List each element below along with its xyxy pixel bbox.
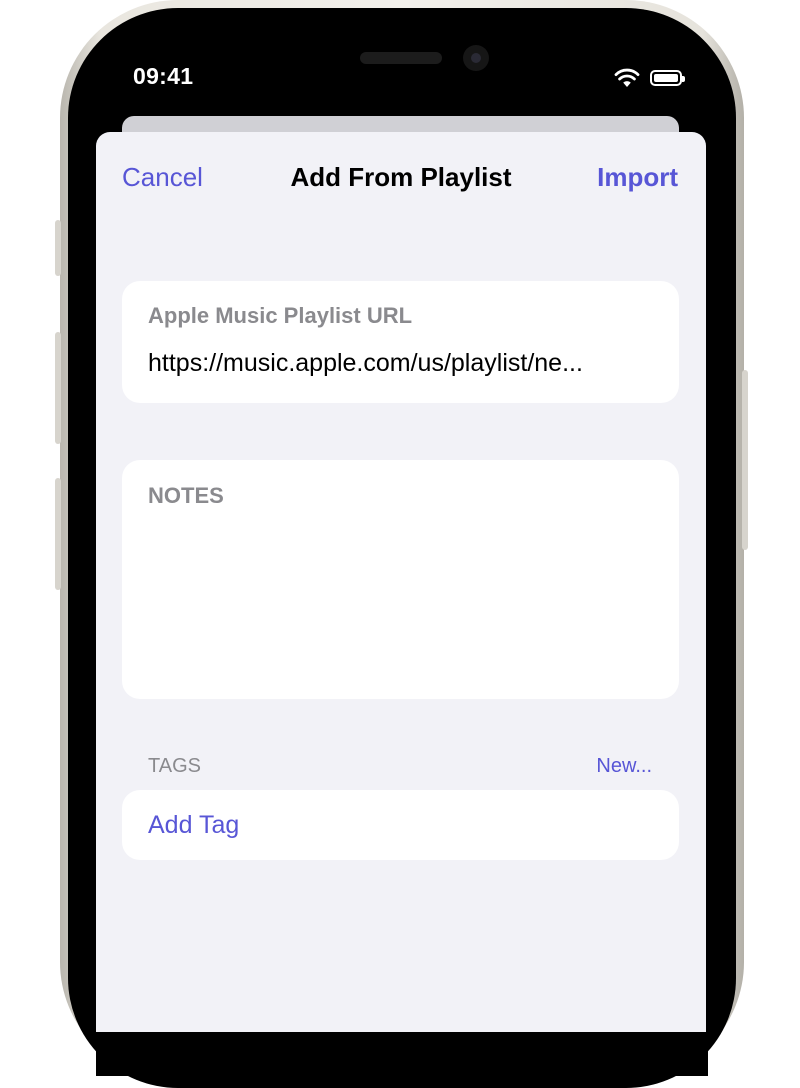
cancel-button[interactable]: Cancel	[122, 162, 203, 193]
status-time: 09:41	[133, 63, 194, 89]
new-tag-button[interactable]: New...	[596, 755, 652, 778]
action-button	[55, 220, 61, 276]
playlist-url-input[interactable]: https://music.apple.com/us/playlist/ne..…	[148, 349, 648, 378]
earpiece-speaker	[360, 52, 442, 64]
power-button	[742, 370, 748, 550]
notes-label: NOTES	[148, 483, 224, 508]
playlist-url-field[interactable]: Apple Music Playlist URL https://music.a…	[122, 281, 679, 403]
add-tag-row[interactable]: Add Tag	[122, 790, 679, 860]
add-tag-button[interactable]: Add Tag	[148, 811, 239, 840]
battery-icon	[650, 70, 685, 86]
tags-section-header: TAGS	[148, 755, 201, 777]
volume-up-button	[55, 332, 61, 444]
wifi-icon	[614, 68, 640, 87]
playlist-url-label: Apple Music Playlist URL	[148, 303, 413, 328]
front-camera	[463, 45, 489, 71]
notes-field[interactable]: NOTES	[122, 460, 679, 699]
notes-input[interactable]	[148, 524, 653, 679]
sheet-title: Add From Playlist	[290, 162, 512, 192]
import-button[interactable]: Import	[597, 162, 678, 193]
volume-down-button	[55, 478, 61, 590]
